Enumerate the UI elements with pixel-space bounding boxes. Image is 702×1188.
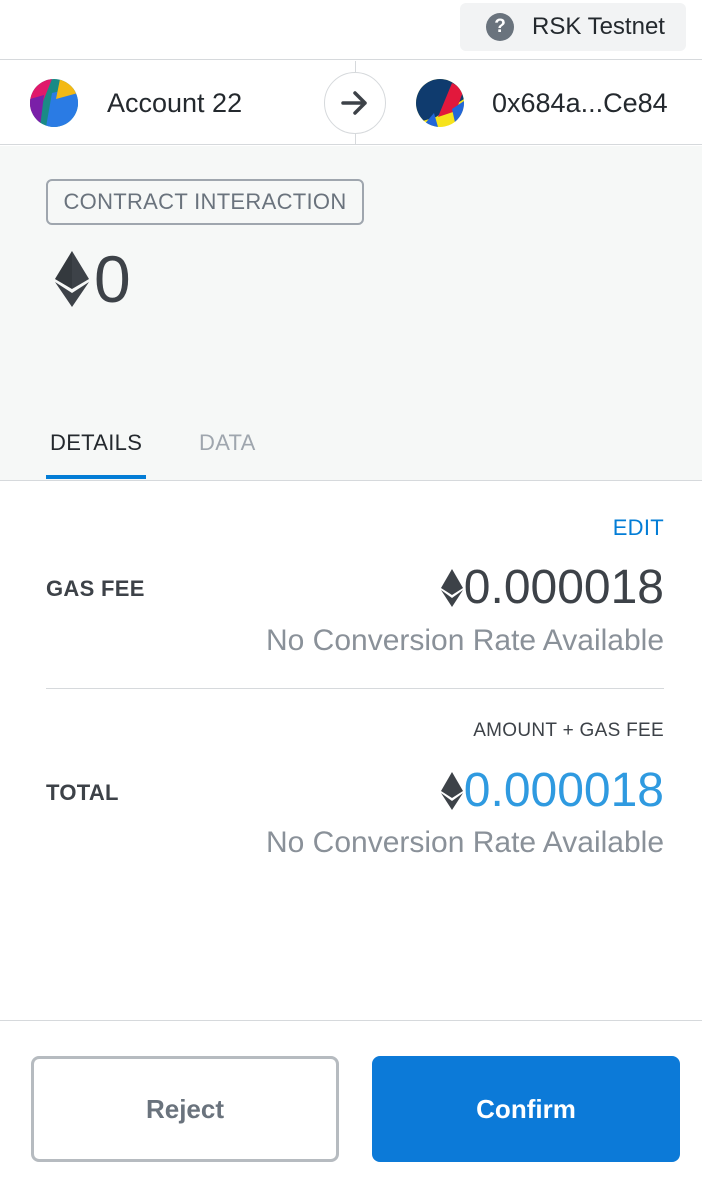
gas-fee-label: GAS FEE: [46, 576, 145, 601]
action-type-badge: CONTRACT INTERACTION: [46, 179, 364, 225]
gas-fee-value: 0.000018: [463, 561, 664, 614]
active-tab-indicator: [46, 475, 146, 479]
action-footer: Reject Confirm: [0, 1020, 702, 1188]
recipient-address: 0x684a...Ce84: [492, 87, 668, 118]
recipient[interactable]: 0x684a...Ce84: [416, 79, 668, 127]
confirm-transaction-page: ? RSK Testnet Account 22 0x684a...Ce84 C…: [0, 0, 702, 1188]
total-subheading: AMOUNT + GAS FEE: [473, 720, 664, 741]
recipient-avatar: [416, 79, 464, 127]
summary-amount: 0: [54, 246, 131, 312]
network-selector[interactable]: ? RSK Testnet: [460, 3, 686, 51]
gas-fee-conversion: No Conversion Rate Available: [265, 624, 664, 657]
sender-avatar: [30, 79, 78, 127]
total-label: TOTAL: [46, 780, 119, 805]
summary-amount-value: 0: [94, 242, 131, 316]
sender-recipient-row: Account 22 0x684a...Ce84: [0, 61, 702, 145]
arrow-right-icon: [324, 72, 386, 134]
total-conversion: No Conversion Rate Available: [265, 826, 664, 859]
question-circle-icon: ?: [486, 13, 514, 41]
network-bar: ? RSK Testnet: [0, 0, 702, 60]
confirm-button[interactable]: Confirm: [372, 1056, 680, 1162]
sender[interactable]: Account 22: [30, 79, 242, 127]
eth-icon: [440, 569, 463, 607]
network-name: RSK Testnet: [532, 13, 665, 40]
tab-data[interactable]: DATA: [199, 430, 256, 456]
tab-details[interactable]: DETAILS: [50, 430, 142, 456]
total-value: 0.000018: [463, 764, 664, 817]
eth-icon: [440, 772, 463, 810]
edit-gas-link[interactable]: EDIT: [613, 515, 664, 541]
transaction-summary: CONTRACT INTERACTION 0 DETAILS DATA: [0, 146, 702, 481]
gas-fee-amount: 0.000018: [440, 564, 664, 612]
eth-icon: [55, 251, 89, 307]
tab-bar: DETAILS DATA: [0, 410, 702, 480]
reject-button[interactable]: Reject: [31, 1056, 339, 1162]
total-amount: 0.000018: [440, 767, 664, 815]
details-divider: [46, 688, 664, 689]
sender-name: Account 22: [107, 87, 243, 118]
